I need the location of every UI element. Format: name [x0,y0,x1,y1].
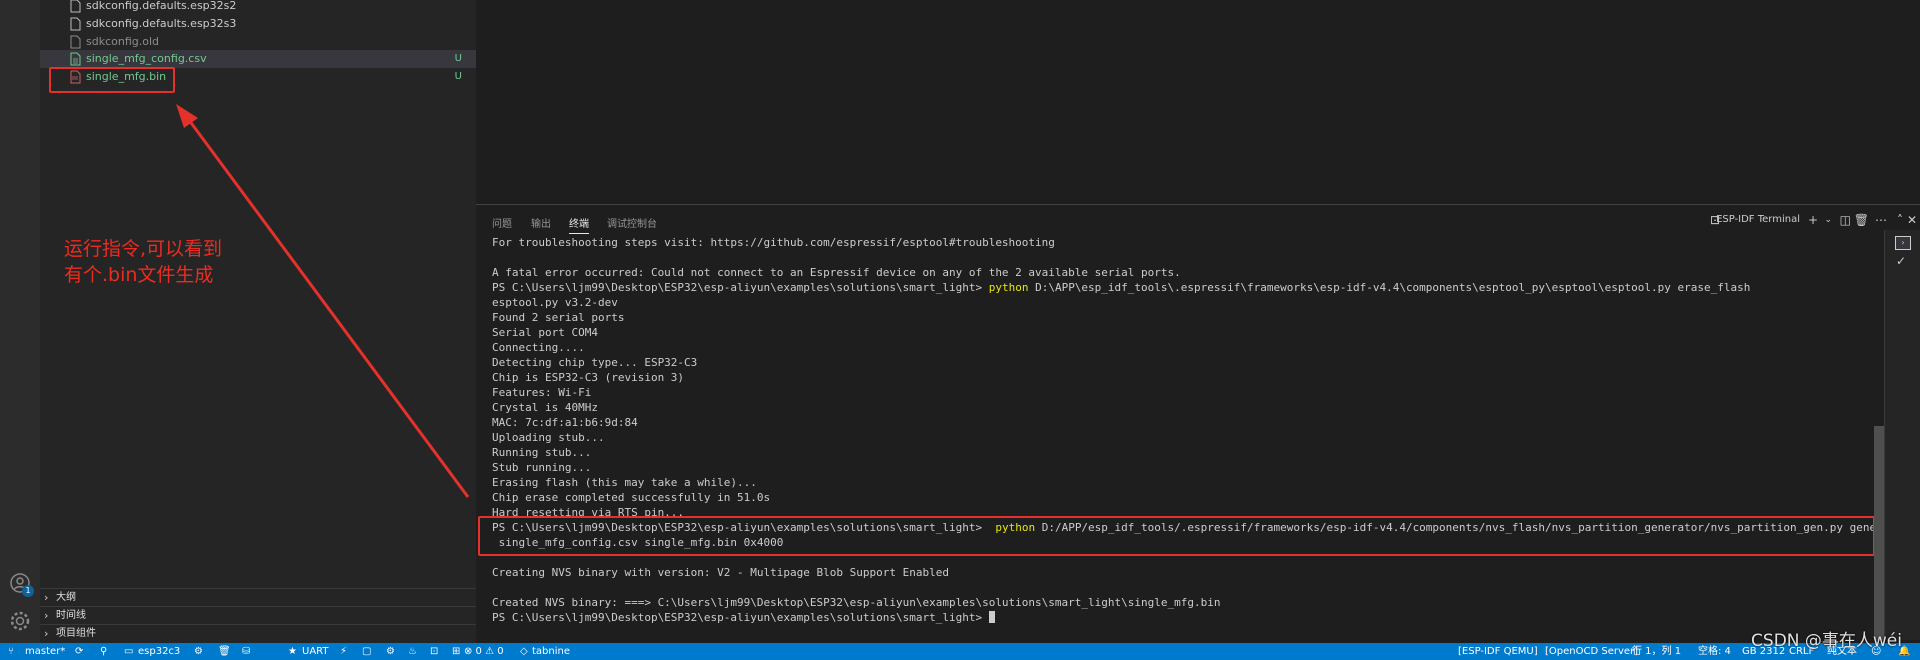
annotation-highlight-command [478,516,1875,556]
git-branch[interactable]: master* [25,643,65,660]
terminal-list-item-icon[interactable]: › [1895,236,1911,250]
terminal-line: Uploading stub... [492,430,1887,445]
terminal-line: Connecting.... [492,340,1887,355]
terminal-line: Stub running... [492,460,1887,475]
terminal-line: Chip erase completed successfully in 51.… [492,490,1887,505]
terminal-text: Chip is ESP32-C3 (revision 3) [492,371,685,384]
menuconfig-gear-icon[interactable]: ⚙ [194,643,203,660]
terminal-line: Erasing flash (this may take a while)... [492,475,1887,490]
terminal-command: python [988,281,1029,294]
idf-qemu[interactable]: [ESP-IDF QEMU] [1458,643,1538,660]
chevron-down-icon[interactable]: ⌄ [1824,215,1832,225]
monitor-icon[interactable]: ▢ [362,643,371,660]
build-icon[interactable]: ⛁ [242,643,250,660]
flash-method[interactable]: UART [302,643,329,660]
terminal-line: Found 2 serial ports [492,310,1887,325]
terminal-text: D:\APP\esp_idf_tools\.espressif\framewor… [1028,281,1751,294]
chip-icon: ▭ [124,646,134,657]
tabnine-label[interactable]: tabnine [532,643,570,660]
new-terminal-plus-icon[interactable]: + [1808,213,1818,227]
terminal-text: Serial port COM4 [492,326,598,339]
terminal-text: esptool.py v3.2-dev [492,296,618,309]
tabnine-icon: ◇ [520,646,528,657]
terminal-text: MAC: 7c:df:a1:b6:9d:84 [492,416,638,429]
flash-icon[interactable]: ⚡ [340,643,347,660]
terminal-text: Features: Wi-Fi [492,386,592,399]
tab-debug-console[interactable]: 调试控制台 [607,215,657,233]
terminal-text: Stub running... [492,461,592,474]
terminal-line: Serial port COM4 [492,325,1887,340]
flash-star-icon: ★ [288,646,297,657]
terminal-scrollbar[interactable] [1874,426,1884,640]
terminal-line: PS C:\Users\ljm99\Desktop\ESP32\esp-aliy… [492,280,1887,295]
tab-terminal[interactable]: 终端 [569,215,589,234]
terminal-line: Creating NVS binary with version: V2 - M… [492,565,1887,580]
terminal-line: Detecting chip type... ESP32-C3 [492,355,1887,370]
terminal-text: For troubleshooting steps visit: https:/… [492,236,1055,249]
check-icon: ✓ [1896,254,1907,268]
terminal-line: Crystal is 40MHz [492,400,1887,415]
tab-problems[interactable]: 问题 [492,215,512,233]
terminal-text: Uploading stub... [492,431,605,444]
terminal-text: Found 2 serial ports [492,311,625,324]
terminal-output[interactable]: For troubleshooting steps visit: https:/… [492,235,1887,635]
problems-count[interactable]: ⊗ 0 ⚠ 0 [464,643,504,660]
terminal-icon[interactable]: ⊡ [430,643,438,660]
branch-icon: ⑂ [8,646,14,657]
sync-icon[interactable]: ⟳ [75,643,83,660]
cursor-position[interactable]: 行 1，列 1 [1632,643,1681,660]
terminal-text: Chip erase completed successfully in 51.… [492,491,771,504]
terminal-text: Creating NVS binary with version: V2 - M… [492,566,949,579]
terminal-line: Chip is ESP32-C3 (revision 3) [492,370,1887,385]
watermark: CSDN @事在人wéi [1751,631,1902,651]
terminal-line: PS C:\Users\ljm99\Desktop\ESP32\esp-aliy… [492,610,1887,625]
run-icon[interactable]: ⊞ [452,643,460,660]
fullclean-trash-icon[interactable]: 🗑 [218,643,231,660]
terminal-line: MAC: 7c:df:a1:b6:9d:84 [492,415,1887,430]
debug-icon[interactable]: ⚙ [386,643,395,660]
more-actions-icon[interactable]: ⋯ [1875,213,1887,227]
terminal-text: Detecting chip type... ESP32-C3 [492,356,698,369]
terminal-prompt: PS C:\Users\ljm99\Desktop\ESP32\esp-aliy… [492,611,989,624]
terminal-text: A fatal error occurred: Could not connec… [492,266,1181,279]
flame-icon[interactable]: ♨ [408,643,417,660]
indentation[interactable]: 空格: 4 [1698,643,1731,660]
openocd-server[interactable]: [OpenOCD Server] [1545,643,1638,660]
terminal-prompt: PS C:\Users\ljm99\Desktop\ESP32\esp-aliy… [492,281,989,294]
terminal-text: Crystal is 40MHz [492,401,598,414]
close-icon[interactable]: ✕ [1907,213,1917,227]
split-terminal-icon[interactable]: ◫ [1840,213,1851,227]
terminal-line: Running stub... [492,445,1887,460]
terminal-line: A fatal error occurred: Could not connec… [492,265,1887,280]
idf-target[interactable]: esp32c3 [138,643,180,660]
status-bar: ⑂ master* ⟳ ⚲ ▭ esp32c3 ⚙ 🗑 ⛁ ★ UART ⚡ ▢… [0,643,1920,660]
terminal-line: For troubleshooting steps visit: https:/… [492,235,1887,250]
terminal-line: Created NVS binary: ===> C:\Users\ljm99\… [492,595,1887,610]
terminal-line: esptool.py v3.2-dev [492,295,1887,310]
terminal-line: Features: Wi-Fi [492,385,1887,400]
pin-icon[interactable]: ⚲ [100,643,107,660]
trash-icon[interactable]: 🗑 [1854,213,1869,227]
terminal-text: Connecting.... [492,341,585,354]
tab-output[interactable]: 输出 [531,215,551,233]
bottom-panel: 问题 输出 终端 调试控制台 ⊡ ESP-IDF Terminal + ⌄ ◫ … [476,204,1920,644]
terminal-cursor [988,611,995,623]
terminal-text: Created NVS binary: ===> C:\Users\ljm99\… [492,596,1221,609]
terminal-name[interactable]: ESP-IDF Terminal [1716,214,1800,225]
terminal-text: Running stub... [492,446,592,459]
editor-area [476,0,1920,204]
terminal-text: Erasing flash (this may take a while)... [492,476,757,489]
terminal-tabs-list: › ✓ [1884,230,1920,640]
chevron-up-icon[interactable]: ˄ [1897,213,1903,227]
